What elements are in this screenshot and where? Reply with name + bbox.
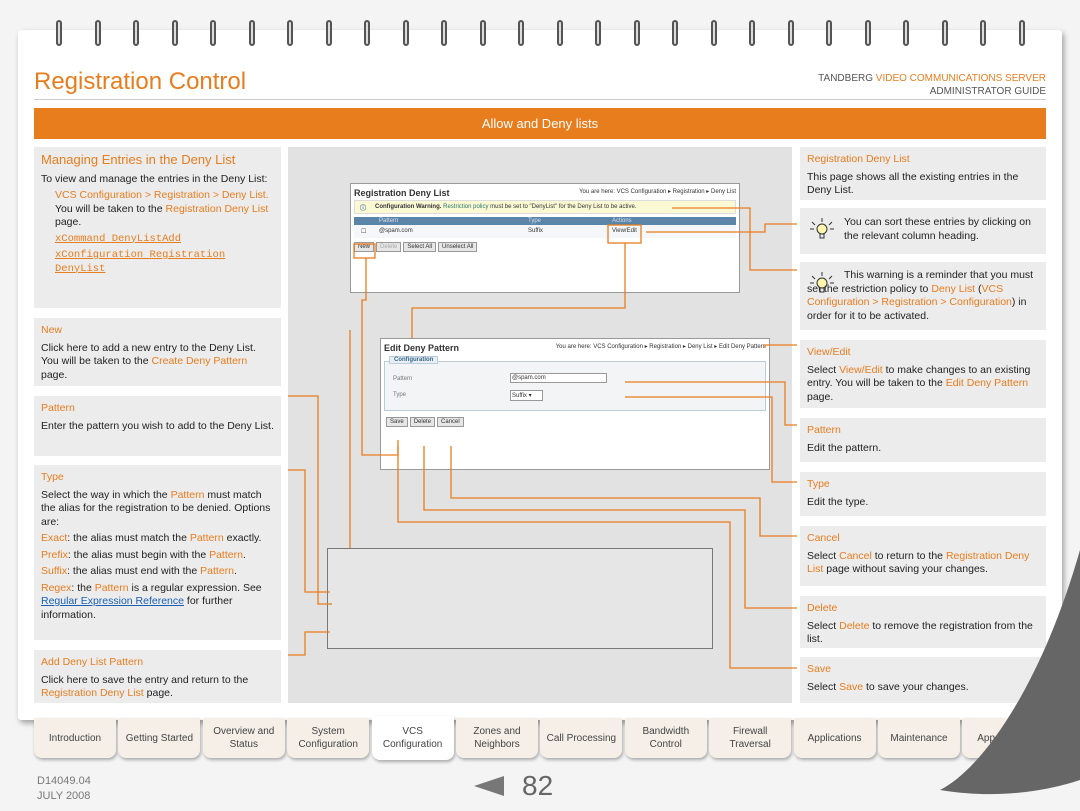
connector-sort — [646, 223, 797, 233]
pattern-info: Pattern Edit the pattern. — [800, 418, 1046, 462]
connector-edit — [764, 344, 797, 348]
connector-save — [397, 446, 797, 669]
connector-warning — [672, 207, 797, 271]
tab-introduction[interactable]: Introduction — [34, 718, 116, 758]
connector-type — [625, 396, 797, 483]
tab-firewall-traversal[interactable]: Firewall Traversal — [709, 718, 792, 758]
sort-tip: You can sort these entries by clicking o… — [800, 208, 1046, 254]
tab-bandwidth-control[interactable]: Bandwidth Control — [624, 718, 707, 758]
tab-overview-and-status[interactable]: Overview and Status — [202, 718, 285, 758]
new-highlight — [353, 243, 376, 259]
lightbulb-icon — [810, 218, 834, 239]
connector-left-pattern — [288, 395, 332, 605]
tab-call-processing[interactable]: Call Processing — [540, 718, 623, 758]
view-edit-highlight — [607, 224, 642, 244]
connector-left-add — [288, 631, 330, 656]
lightbulb-icon — [810, 272, 834, 293]
tab-zones-and-neighbors[interactable]: Zones and Neighbors — [456, 718, 538, 758]
connector-new — [361, 258, 399, 456]
page-number: 82 — [522, 770, 554, 801]
tab-applications[interactable]: Applications — [793, 718, 876, 758]
warning-tip: This warning is a reminder that you must… — [800, 262, 1046, 330]
deny-list-info: Registration Deny List This page shows al… — [800, 147, 1046, 200]
previous-page-arrow-icon[interactable] — [474, 776, 504, 796]
connector-view — [411, 243, 626, 338]
connector-delete — [423, 446, 797, 609]
connector-pattern — [625, 381, 797, 426]
tab-getting-started[interactable]: Getting Started — [118, 718, 201, 758]
footer-doc: D14049.04 JULY 2008 — [37, 775, 91, 802]
tab-vcs-configuration[interactable]: VCS Configuration — [371, 716, 454, 760]
connector-left-type — [288, 469, 330, 593]
page-curl-icon[interactable] — [920, 540, 1080, 811]
view-edit-info: View/Edit Select View/Edit to make change… — [800, 340, 1046, 408]
type-info: Type Edit the type. — [800, 472, 1046, 516]
tab-system-configuration[interactable]: System Configuration — [287, 718, 370, 758]
